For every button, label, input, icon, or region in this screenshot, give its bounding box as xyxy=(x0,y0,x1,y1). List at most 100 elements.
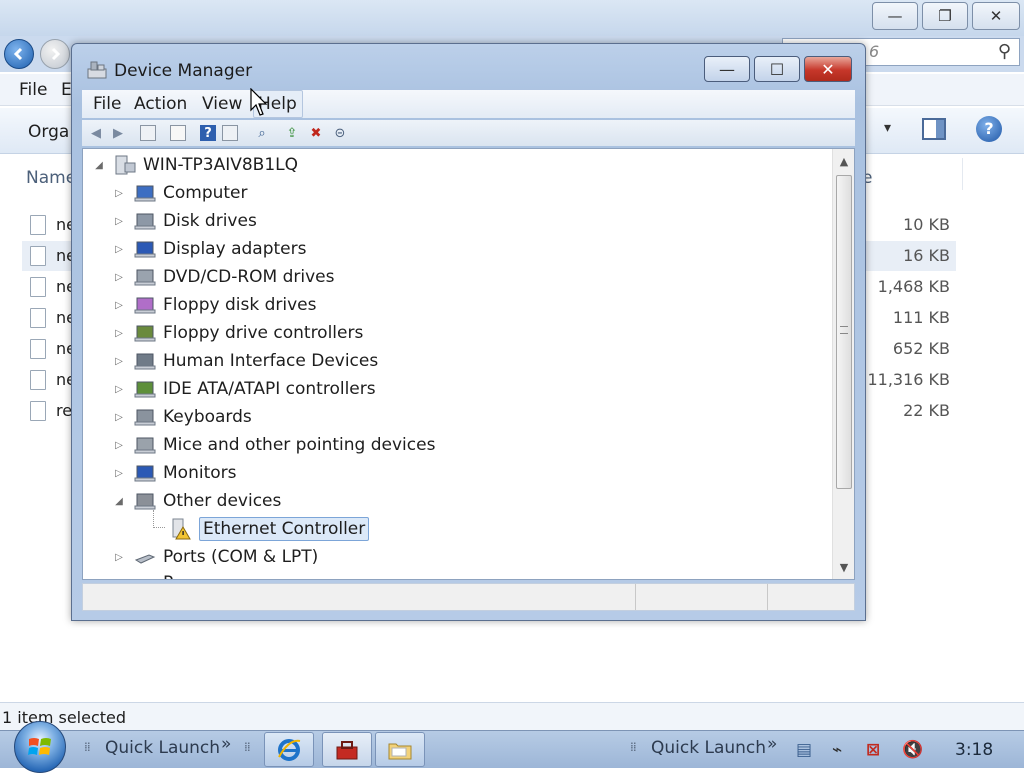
organize-button[interactable]: Orga xyxy=(28,122,69,142)
root-label: WIN-TP3AIV8B1LQ xyxy=(143,155,298,175)
column-name[interactable]: Name xyxy=(26,168,76,188)
file-size: 16 KB xyxy=(903,246,950,265)
warning-device-icon xyxy=(172,518,191,540)
properties-icon[interactable] xyxy=(170,125,186,141)
tree-item-category[interactable]: ▷ DVD/CD-ROM drives xyxy=(113,264,334,290)
other-devices-icon xyxy=(134,493,156,510)
tree-item-category[interactable]: ▷ IDE ATA/ATAPI controllers xyxy=(113,376,375,402)
tree-item-category[interactable]: ▷ Mice and other pointing devices xyxy=(113,432,435,458)
help-icon[interactable]: ? xyxy=(976,116,1002,142)
file-icon xyxy=(30,277,46,297)
tray-network-icon[interactable]: ⌁ xyxy=(832,740,842,760)
expand-arrow-icon[interactable]: ▷ xyxy=(113,187,125,199)
taskbar-windows-explorer[interactable] xyxy=(375,732,425,767)
hid-icon xyxy=(134,353,156,370)
maximize-button[interactable]: ☐ xyxy=(754,56,800,82)
tree-item-category[interactable]: ▷ Floppy drive controllers xyxy=(113,320,363,346)
explorer-minimize-button[interactable]: — xyxy=(872,2,918,30)
explorer-maximize-button[interactable]: ❐ xyxy=(922,2,968,30)
scroll-thumb[interactable] xyxy=(836,175,852,489)
taskbar-internet-explorer[interactable] xyxy=(264,732,314,767)
tree-item-category[interactable]: ▷ Disk drives xyxy=(113,208,257,234)
tree-item-category[interactable]: ◢ Other devices xyxy=(113,488,281,514)
file-size: 11,316 KB xyxy=(867,370,950,389)
console-tree-icon[interactable] xyxy=(140,125,156,141)
expand-arrow-icon[interactable]: ▷ xyxy=(113,243,125,255)
tree-item-ports[interactable]: ▷ Ports (COM & LPT) xyxy=(113,544,318,570)
forward-button[interactable] xyxy=(40,39,70,69)
expand-arrow-icon[interactable]: ▷ xyxy=(113,215,125,227)
menu-view[interactable]: View xyxy=(202,94,242,114)
tree-item-partial[interactable]: ▷ P xyxy=(113,570,173,580)
start-button[interactable] xyxy=(14,721,66,773)
expand-arrow-icon[interactable]: ▷ xyxy=(113,467,125,479)
quick-launch-label-2: Quick Launch xyxy=(651,738,767,758)
help-topics-icon[interactable]: ? xyxy=(200,125,216,141)
column-divider xyxy=(962,158,963,190)
category-label: Other devices xyxy=(163,491,282,511)
views-dropdown-icon[interactable]: ▾ xyxy=(884,120,891,136)
taskbar-device-manager[interactable] xyxy=(322,732,372,767)
tray-document-icon[interactable]: ▤ xyxy=(796,740,812,760)
explorer-close-button[interactable]: ✕ xyxy=(972,2,1020,30)
scan-hardware-icon[interactable]: ⌕ xyxy=(254,125,270,141)
quick-launch-chevron[interactable]: » xyxy=(221,734,231,754)
internet-explorer-icon xyxy=(278,738,301,761)
tree-child-ethernet-controller[interactable]: Ethernet Controller xyxy=(139,510,370,542)
file-size: 10 KB xyxy=(903,215,950,234)
menu-file[interactable]: File xyxy=(93,94,121,114)
close-button[interactable]: ✕ xyxy=(804,56,852,82)
explorer-menu-file[interactable]: File xyxy=(19,80,47,100)
preview-pane-icon[interactable] xyxy=(922,118,946,140)
vertical-scrollbar[interactable]: ▲ ▼ xyxy=(832,149,854,579)
device-tree: ◢ WIN-TP3AIV8B1LQ ▷ Computer ▷ Disk drives ▷… xyxy=(82,148,855,580)
expand-arrow-icon[interactable]: ▷ xyxy=(113,439,125,451)
expand-arrow-icon[interactable]: ▷ xyxy=(113,355,125,367)
search-icon[interactable]: ⚲ xyxy=(998,41,1011,62)
expand-arrow-icon[interactable]: ▷ xyxy=(113,383,125,395)
tree-item-category[interactable]: ▷ Floppy disk drives xyxy=(113,292,316,318)
computer-icon xyxy=(115,155,136,175)
expand-arrow-icon[interactable]: ▷ xyxy=(113,271,125,283)
minimize-button[interactable]: — xyxy=(704,56,750,82)
tray-volume-muted-icon[interactable]: 🔇 xyxy=(902,740,923,760)
toolbar-grip[interactable]: ⁞⁞ xyxy=(84,740,91,754)
back-button[interactable] xyxy=(4,39,34,69)
tree-item-category[interactable]: ▷ Display adapters xyxy=(113,236,306,262)
toolbar-grip[interactable]: ⁞⁞ xyxy=(630,740,637,754)
tree-item-category[interactable]: ▷ Computer xyxy=(113,180,247,206)
toolbox-icon xyxy=(336,740,358,759)
expand-arrow-icon[interactable]: ▷ xyxy=(113,551,125,563)
category-label: Display adapters xyxy=(163,239,307,259)
update-driver-icon[interactable]: ⇪ xyxy=(284,125,300,141)
expand-arrow-icon[interactable]: ▷ xyxy=(113,299,125,311)
taskbar: ⁞⁞ Quick Launch » ⁞⁞ ⁞⁞ Quick Launch » ▤… xyxy=(0,721,1024,773)
scroll-down-icon[interactable]: ▼ xyxy=(833,557,854,577)
tree-item-category[interactable]: ▷ Monitors xyxy=(113,460,236,486)
expand-arrow-icon[interactable]: ▷ xyxy=(113,327,125,339)
category-label: Disk drives xyxy=(163,211,257,231)
disable-device-icon[interactable]: ⊝ xyxy=(332,125,348,141)
collapse-arrow-icon[interactable]: ◢ xyxy=(113,495,125,507)
uninstall-icon[interactable]: ✖ xyxy=(308,125,324,141)
partial-label: P xyxy=(163,573,173,579)
toolbar-grip[interactable]: ⁞⁞ xyxy=(244,740,251,754)
expand-arrow-icon[interactable]: ▷ xyxy=(113,411,125,423)
quick-launch-chevron-2[interactable]: » xyxy=(767,734,777,754)
tray-network-disconnected-icon[interactable]: ⊠ xyxy=(866,740,880,760)
tree-root[interactable]: ◢ WIN-TP3AIV8B1LQ xyxy=(93,152,298,178)
status-divider xyxy=(767,584,768,610)
scroll-up-icon[interactable]: ▲ xyxy=(833,151,854,171)
expand-arrow-icon[interactable]: ▷ xyxy=(113,577,125,580)
taskbar-clock[interactable]: 3:18 xyxy=(955,740,993,760)
tree-item-category[interactable]: ▷ Human Interface Devices xyxy=(113,348,378,374)
forward-icon[interactable]: ▶ xyxy=(110,125,126,141)
file-name: re xyxy=(56,401,73,420)
action-pane-icon[interactable] xyxy=(222,125,238,141)
collapse-arrow-icon[interactable]: ◢ xyxy=(93,159,105,171)
tree-item-category[interactable]: ▷ Keyboards xyxy=(113,404,252,430)
back-icon[interactable]: ◀ xyxy=(88,125,104,141)
file-size: 111 KB xyxy=(892,308,950,327)
menu-action[interactable]: Action xyxy=(134,94,187,114)
window-title: Device Manager xyxy=(114,61,253,81)
